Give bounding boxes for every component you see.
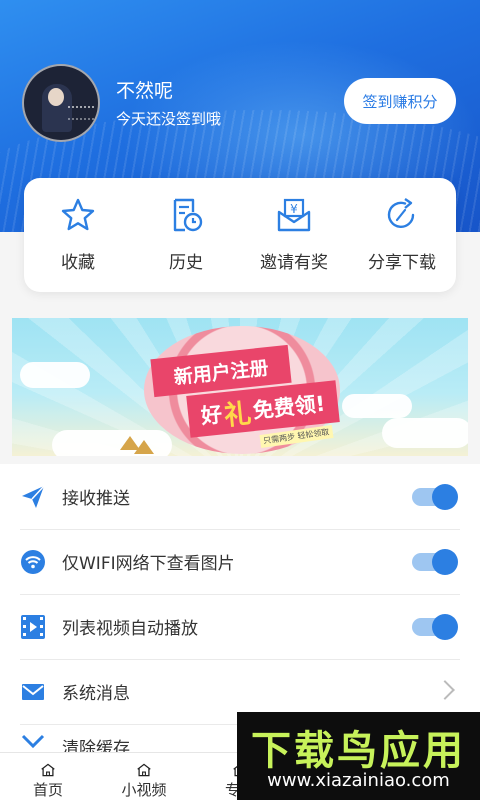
- banner-cloud: [52, 430, 172, 456]
- home-icon: [137, 763, 151, 777]
- avatar-text-decoration: [68, 106, 94, 120]
- nav-label: 首页: [32, 781, 63, 799]
- banner-mountain: [134, 440, 154, 454]
- quick-action-share[interactable]: 分享下载: [348, 178, 456, 292]
- invite-icon: ¥: [277, 198, 311, 232]
- banner-subheadline-highlight: 礼: [222, 397, 253, 432]
- banner-subheadline-pre: 好: [199, 402, 224, 429]
- quick-action-label: 收藏: [61, 253, 95, 273]
- star-icon: [61, 198, 95, 231]
- signin-status-text: 今天还没签到哦: [116, 110, 222, 128]
- quick-action-label: 历史: [169, 253, 203, 273]
- push-toggle[interactable]: [412, 484, 458, 510]
- watermark-title: 下载鸟应用: [251, 728, 466, 774]
- watermark-overlay: 下载鸟应用 www.xiazainiao.com: [237, 712, 480, 800]
- svg-text:¥: ¥: [290, 202, 298, 216]
- history-icon: [173, 198, 203, 232]
- setting-label: 仅WIFI网络下查看图片: [62, 554, 235, 574]
- quick-action-label: 邀请有奖: [260, 253, 328, 273]
- toggle-knob: [432, 614, 458, 640]
- send-icon: [20, 484, 46, 510]
- setting-row-wifi[interactable]: 仅WIFI网络下查看图片: [0, 529, 480, 594]
- quick-action-label: 分享下载: [368, 253, 436, 273]
- share-icon: [387, 198, 415, 228]
- wifi-toggle[interactable]: [412, 549, 458, 575]
- home-icon: [41, 763, 55, 777]
- setting-label: 系统消息: [62, 684, 130, 704]
- banner-cloud: [382, 418, 468, 448]
- banner-subheadline-post: 免费领!: [251, 391, 327, 424]
- watermark-url: www.xiazainiao.com: [267, 770, 450, 791]
- quick-actions-card: 收藏 历史 ¥ 邀请有奖 分享下载: [24, 178, 456, 292]
- signin-button[interactable]: 签到赚积分: [344, 78, 456, 124]
- autoplay-toggle[interactable]: [412, 614, 458, 640]
- wifi-icon: [20, 549, 46, 575]
- banner-cloud: [20, 362, 90, 388]
- quick-action-history[interactable]: 历史: [132, 178, 240, 292]
- chevron-right-icon: [435, 680, 455, 700]
- username: 不然呢: [116, 80, 174, 102]
- quick-action-favorites[interactable]: 收藏: [24, 178, 132, 292]
- setting-label: 接收推送: [62, 489, 130, 509]
- mail-icon: [20, 679, 46, 705]
- toggle-knob: [432, 484, 458, 510]
- quick-action-invite[interactable]: ¥ 邀请有奖: [240, 178, 348, 292]
- nav-item-home[interactable]: 首页: [0, 753, 96, 800]
- promo-banner[interactable]: 新用户注册 好 礼 免费领! 只需两步 轻松领取: [12, 318, 468, 456]
- banner-cloud: [342, 394, 412, 418]
- video-icon: [20, 614, 46, 640]
- setting-row-push[interactable]: 接收推送: [0, 464, 480, 529]
- nav-item-short-video[interactable]: 小视频: [96, 753, 192, 800]
- avatar[interactable]: [22, 64, 100, 142]
- nav-label: 小视频: [121, 781, 167, 799]
- setting-row-autoplay[interactable]: 列表视频自动播放: [0, 594, 480, 659]
- avatar-face: [48, 88, 64, 106]
- setting-label: 列表视频自动播放: [62, 619, 198, 639]
- toggle-knob: [432, 549, 458, 575]
